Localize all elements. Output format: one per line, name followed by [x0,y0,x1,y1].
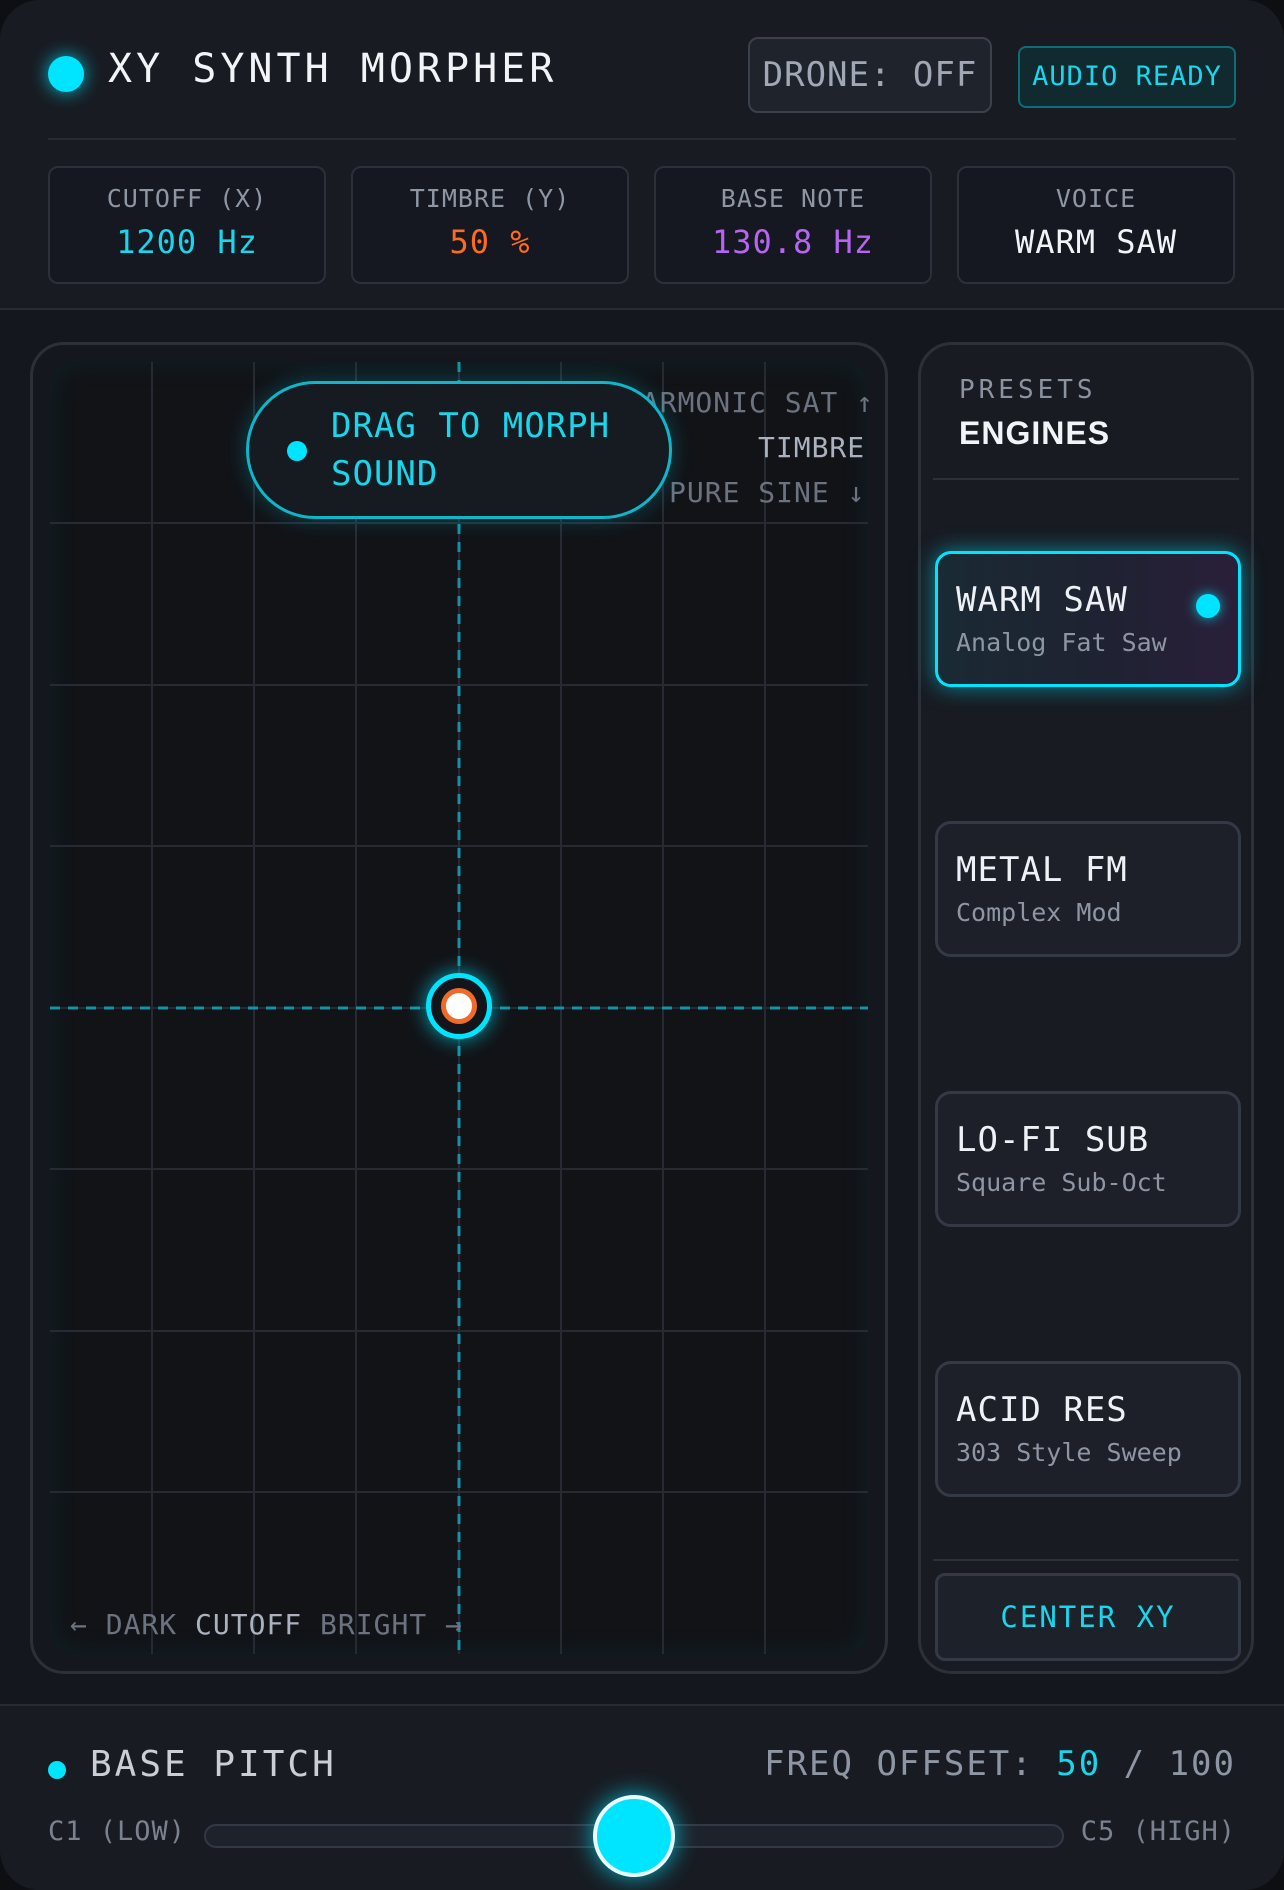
active-indicator-icon [1196,594,1220,618]
drone-toggle-button[interactable]: DRONE: OFF [748,37,992,113]
engine-acid-res[interactable]: ACID RES 303 Style Sweep [935,1361,1241,1497]
app-title: XY SYNTH MORPHER [108,46,558,92]
x-axis-left-label: ← DARK [70,1608,178,1641]
engine-description: Square Sub-Oct [956,1168,1167,1197]
stat-label: BASE NOTE [720,184,866,213]
pitch-footer: BASE PITCH FREQ OFFSET: 50 / 100 C1 (LOW… [0,1704,1284,1890]
presets-divider [933,478,1239,480]
audio-ready-button[interactable]: AUDIO READY [1018,46,1236,108]
drag-hint-text: DRAG TO MORPH SOUND [331,406,611,494]
stat-card-cutoff: CUTOFF (X) 1200 Hz [48,166,326,284]
header-divider [48,138,1236,140]
presets-divider-bottom [933,1559,1239,1561]
center-xy-button[interactable]: CENTER XY [935,1573,1241,1661]
pitch-slider-thumb[interactable] [593,1795,675,1877]
header: XY SYNTH MORPHER DRONE: OFF AUDIO READY … [0,0,1284,310]
freq-offset-value: 50 [1056,1744,1102,1784]
base-pitch-label: BASE PITCH [90,1744,337,1785]
freq-offset-readout: FREQ OFFSET: 50 / 100 [764,1744,1236,1784]
x-axis-name: CUTOFF [195,1608,303,1641]
stat-card-timbre: TIMBRE (Y) 50 % [351,166,629,284]
engine-name: LO-FI SUB [956,1120,1150,1160]
range-high-label: C5 (HIGH) [1080,1816,1236,1847]
stat-label: TIMBRE (Y) [409,184,571,213]
synth-app: XY SYNTH MORPHER DRONE: OFF AUDIO READY … [0,0,1284,1890]
engine-metal-fm[interactable]: METAL FM Complex Mod [935,821,1241,957]
freq-offset-suffix: / 100 [1101,1744,1236,1784]
freq-offset-prefix: FREQ OFFSET: [764,1744,1057,1784]
stat-value: WARM SAW [1014,223,1178,261]
pitch-slider-track[interactable] [204,1795,1064,1877]
stat-card-base-note: BASE NOTE 130.8 Hz [654,166,932,284]
engine-warm-saw[interactable]: WARM SAW Analog Fat Saw [935,551,1241,687]
stat-label: CUTOFF (X) [106,184,268,213]
y-axis-name: TIMBRE [758,431,866,464]
stat-value: 130.8 Hz [711,223,875,261]
engine-name: ACID RES [956,1390,1128,1430]
y-axis-bottom-label: PURE SINE ↓ [669,476,866,509]
hint-dot-icon [287,441,307,461]
stat-card-voice: VOICE WARM SAW [957,166,1235,284]
stat-value: 1200 Hz [116,223,258,261]
engine-lo-fi-sub[interactable]: LO-FI SUB Square Sub-Oct [935,1091,1241,1227]
power-status-icon [48,56,84,92]
engine-description: 303 Style Sweep [956,1438,1182,1467]
presets-kicker: PRESETS [959,375,1097,405]
x-axis-right-label: BRIGHT → [320,1608,463,1641]
pitch-dot-icon [48,1761,66,1779]
xy-puck-handle[interactable] [426,973,492,1039]
drag-hint-pill: DRAG TO MORPH SOUND [246,381,672,519]
engine-name: METAL FM [956,850,1128,890]
engine-description: Analog Fat Saw [956,628,1167,657]
presets-title: ENGINES [959,415,1111,451]
x-axis-label: ← DARK CUTOFF BRIGHT → [70,1608,463,1641]
puck-core [441,988,477,1024]
stat-label: VOICE [1055,184,1137,213]
range-low-label: C1 (LOW) [48,1816,187,1847]
engine-name: WARM SAW [956,580,1128,620]
stat-value: 50 % [449,223,531,261]
presets-panel: PRESETS ENGINES WARM SAW Analog Fat Saw … [918,342,1254,1674]
engine-description: Complex Mod [956,898,1122,927]
